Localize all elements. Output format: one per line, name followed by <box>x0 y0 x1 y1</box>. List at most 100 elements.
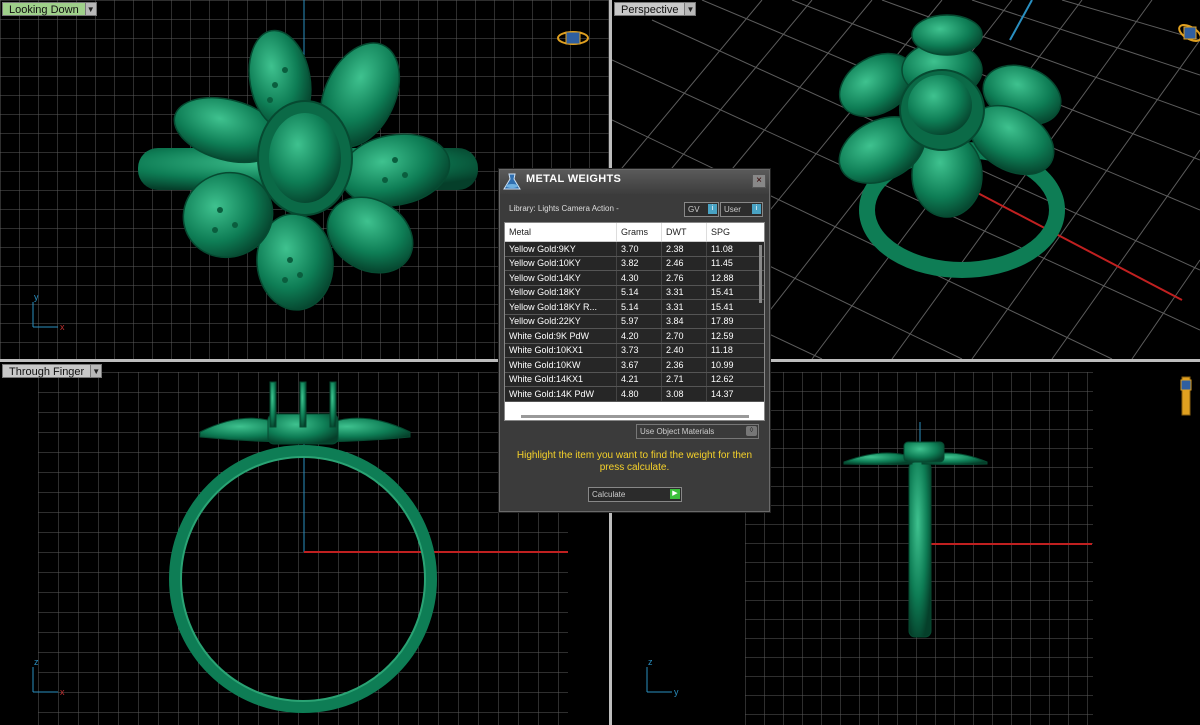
metal-cell: Yellow Gold:14KY <box>505 270 617 286</box>
spg-cell: 15.41 <box>706 299 764 315</box>
viewport-label: Looking Down <box>2 2 86 16</box>
calculate-label: Calculate <box>592 490 626 499</box>
dwt-cell: 3.31 <box>661 285 707 300</box>
gv-dropdown[interactable]: GV i <box>684 202 719 217</box>
grams-cell: 3.70 <box>616 241 662 257</box>
column-header-dwt[interactable]: DWT <box>661 223 707 242</box>
column-header-grams[interactable]: Grams <box>616 223 662 242</box>
dwt-cell: 2.46 <box>661 256 707 271</box>
dwt-cell: 2.40 <box>661 343 707 358</box>
panel-titlebar[interactable]: METAL WEIGHTS × <box>500 170 769 194</box>
chevron-down-icon[interactable]: ▼ <box>685 2 697 16</box>
dwt-cell: 2.71 <box>661 372 707 387</box>
spg-cell: 11.18 <box>706 343 764 358</box>
dwt-cell: 3.31 <box>661 299 707 315</box>
table-row[interactable]: Yellow Gold:9KY 3.70 2.38 11.08 <box>505 241 764 257</box>
axis-x-label: x <box>60 322 65 332</box>
dwt-cell: 3.84 <box>661 314 707 329</box>
dwt-cell: 2.76 <box>661 270 707 286</box>
ring-perspective <box>838 14 1065 278</box>
spg-cell: 17.89 <box>706 314 764 329</box>
metal-cell: White Gold:10KW <box>505 357 617 373</box>
table-row[interactable]: Yellow Gold:18KY R... 5.14 3.31 15.41 <box>505 299 764 315</box>
table-row[interactable]: White Gold:14KX1 4.21 2.71 12.62 <box>505 372 764 387</box>
metal-cell: Yellow Gold:18KY R... <box>505 299 617 315</box>
grams-cell: 3.67 <box>616 357 662 373</box>
metal-cell: White Gold:9K PdW <box>505 328 617 344</box>
spg-cell: 12.59 <box>706 328 764 344</box>
spg-cell: 12.88 <box>706 270 764 286</box>
table-row[interactable]: White Gold:14K PdW 4.80 3.08 14.37 <box>505 386 764 402</box>
play-icon: ▶ <box>670 489 680 499</box>
table-row[interactable]: White Gold:9K PdW 4.20 2.70 12.59 <box>505 328 764 344</box>
axis-x-label: x <box>60 687 65 697</box>
axis-y-label: y <box>34 292 39 302</box>
spg-cell: 11.45 <box>706 256 764 271</box>
viewport-menu-perspective[interactable]: Perspective ▼ <box>614 2 697 16</box>
axis-z-label: z <box>34 657 39 667</box>
table-row[interactable]: Yellow Gold:18KY 5.14 3.31 15.41 <box>505 285 764 300</box>
metal-cell: White Gold:10KX1 <box>505 343 617 358</box>
calculate-button[interactable]: Calculate ▶ <box>588 487 682 502</box>
library-label: Library: Lights Camera Action - <box>509 204 619 213</box>
spg-cell: 15.41 <box>706 285 764 300</box>
use-object-materials-toggle[interactable]: Use Object Materials ◊ <box>636 424 759 439</box>
table-header-row: Metal Grams DWT SPG <box>505 223 764 242</box>
info-icon: i <box>752 204 761 214</box>
spg-cell: 10.99 <box>706 357 764 373</box>
grams-cell: 4.21 <box>616 372 662 387</box>
metal-cell: White Gold:14K PdW <box>505 386 617 402</box>
use-object-materials-label: Use Object Materials <box>640 427 715 436</box>
dwt-cell: 2.70 <box>661 328 707 344</box>
grams-cell: 5.14 <box>616 285 662 300</box>
toggle-icon: ◊ <box>746 426 757 436</box>
axis-gizmo <box>646 667 672 693</box>
vertical-scrollbar[interactable] <box>759 245 762 303</box>
close-icon[interactable]: × <box>752 174 766 188</box>
metal-cell: White Gold:14KX1 <box>505 372 617 387</box>
gv-label: GV <box>688 205 700 214</box>
table-row[interactable]: Yellow Gold:10KY 3.82 2.46 11.45 <box>505 256 764 271</box>
axis-z-label: z <box>648 657 653 667</box>
info-icon: i <box>708 204 717 214</box>
grams-cell: 3.73 <box>616 343 662 358</box>
panel-title: METAL WEIGHTS <box>526 173 622 185</box>
grams-cell: 3.82 <box>616 256 662 271</box>
instruction-text: Highlight the item you want to find the … <box>516 450 753 473</box>
view-gizmo-icon[interactable] <box>1180 376 1192 416</box>
metal-weights-panel: METAL WEIGHTS × Library: Lights Camera A… <box>499 169 770 512</box>
viewport-label: Through Finger <box>2 364 92 378</box>
user-label: User <box>724 205 741 214</box>
column-header-metal[interactable]: Metal <box>505 223 617 242</box>
view-gizmo-icon[interactable] <box>1177 22 1200 44</box>
table-row[interactable]: White Gold:10KW 3.67 2.36 10.99 <box>505 357 764 373</box>
viewport-menu-looking-down[interactable]: Looking Down ▼ <box>2 2 97 16</box>
grams-cell: 4.80 <box>616 386 662 402</box>
metal-cell: Yellow Gold:10KY <box>505 256 617 271</box>
grams-cell: 5.14 <box>616 299 662 315</box>
table-row[interactable]: Yellow Gold:22KY 5.97 3.84 17.89 <box>505 314 764 329</box>
chevron-down-icon[interactable]: ▼ <box>85 2 97 16</box>
dwt-cell: 2.36 <box>661 357 707 373</box>
grams-cell: 5.97 <box>616 314 662 329</box>
flask-logo-icon <box>503 173 521 190</box>
metal-cell: Yellow Gold:9KY <box>505 241 617 257</box>
dwt-cell: 2.38 <box>661 241 707 257</box>
spg-cell: 14.37 <box>706 386 764 402</box>
viewport-menu-through-finger[interactable]: Through Finger ▼ <box>2 364 103 378</box>
axis-y-label: y <box>674 687 679 697</box>
dwt-cell: 3.08 <box>661 386 707 402</box>
viewport-label: Perspective <box>614 2 686 16</box>
table-row[interactable]: White Gold:10KX1 3.73 2.40 11.18 <box>505 343 764 358</box>
center-stone <box>269 113 341 203</box>
table-row[interactable]: Yellow Gold:14KY 4.30 2.76 12.88 <box>505 270 764 286</box>
spg-cell: 12.62 <box>706 372 764 387</box>
spg-cell: 11.08 <box>706 241 764 257</box>
chevron-down-icon[interactable]: ▼ <box>91 364 103 378</box>
metal-table[interactable]: Metal Grams DWT SPG Yellow Gold:9KY 3.70 2… <box>504 222 765 421</box>
grams-cell: 4.30 <box>616 270 662 286</box>
column-header-spg[interactable]: SPG <box>706 223 764 242</box>
user-dropdown[interactable]: User i <box>720 202 763 217</box>
horizontal-scrollbar[interactable] <box>521 415 749 418</box>
grams-cell: 4.20 <box>616 328 662 344</box>
